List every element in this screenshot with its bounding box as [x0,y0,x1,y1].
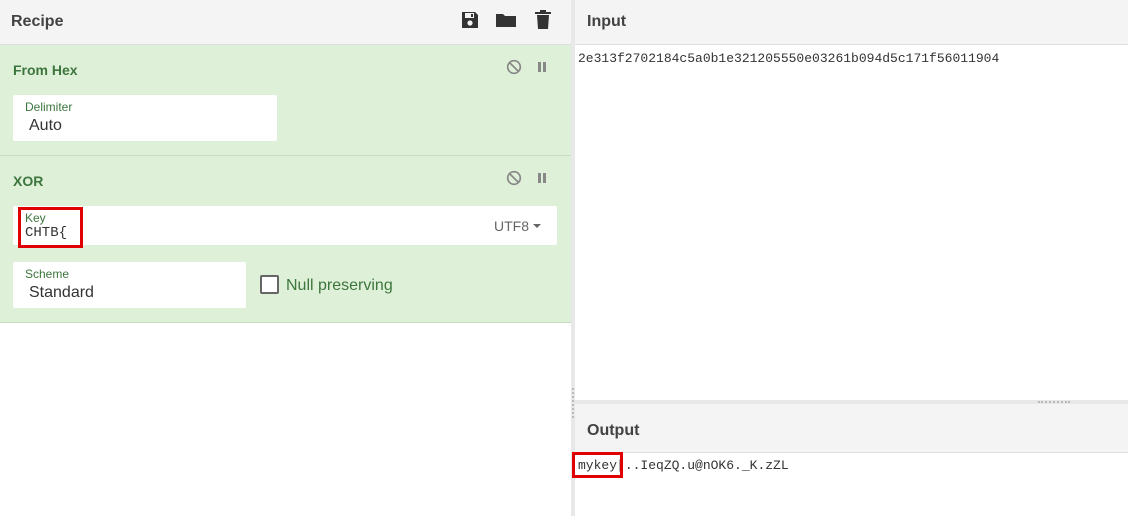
delimiter-field[interactable]: Delimiter Auto [13,95,277,141]
output-header: Output [575,404,1128,453]
folder-open-icon[interactable] [495,9,517,31]
input-title: Input [587,13,627,30]
disable-icon[interactable] [505,58,523,76]
operation-title: From Hex [13,62,78,78]
delimiter-label: Delimiter [25,100,73,114]
horizontal-grip-icon [1038,401,1070,403]
operation-from-hex[interactable]: From Hex Delimiter Auto [0,45,571,156]
scheme-label: Scheme [25,267,70,281]
output-text-rest: [..IeqZQ.u@nOK6._K.zZL [617,458,789,473]
save-icon[interactable] [459,9,481,31]
recipe-title: Recipe [11,13,64,30]
scheme-value: Standard [29,284,94,301]
recipe-header: Recipe [0,0,571,45]
input-pane: Input 2e313f2702184c5a0b1e321205550e0326… [575,0,1128,400]
operation-title: XOR [13,173,44,189]
pause-icon[interactable] [533,58,551,76]
trash-icon[interactable] [532,9,554,31]
chevron-down-icon [533,224,541,228]
key-encoding-dropdown[interactable]: UTF8 [494,218,541,234]
output-pane: Output mykey[..IeqZQ.u@nOK6._K.zZL [575,404,1128,516]
recipe-pane: Recipe From Hex Delimiter Auto XOR Key C… [0,0,571,516]
delimiter-value: Auto [29,117,62,134]
null-preserving-label[interactable]: Null preserving [286,277,393,295]
input-textarea[interactable]: 2e313f2702184c5a0b1e321205550e03261b094d… [578,51,999,66]
key-encoding-label: UTF8 [494,218,529,234]
vertical-grip-icon [572,388,574,418]
output-title: Output [587,422,640,439]
output-highlight-box [572,452,623,478]
key-highlight-box [18,207,83,248]
scheme-field[interactable]: Scheme Standard [13,262,246,308]
operation-xor[interactable]: XOR Key CHTB{ UTF8 Scheme Standard Null … [0,156,571,323]
null-preserving-checkbox[interactable] [260,275,279,294]
disable-icon[interactable] [505,169,523,187]
input-header: Input [575,0,1128,45]
pause-icon[interactable] [533,169,551,187]
key-field[interactable]: Key CHTB{ UTF8 [13,206,557,245]
